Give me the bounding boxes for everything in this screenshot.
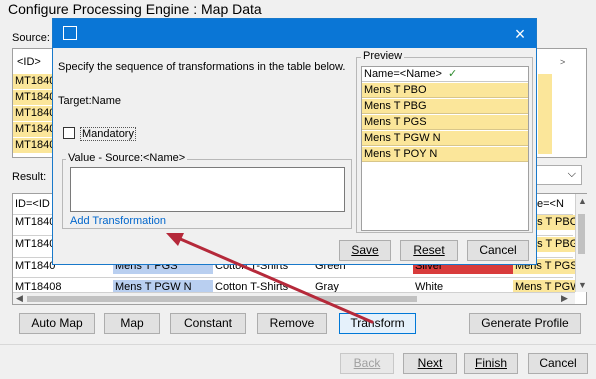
annotation-arrow [166, 233, 374, 324]
